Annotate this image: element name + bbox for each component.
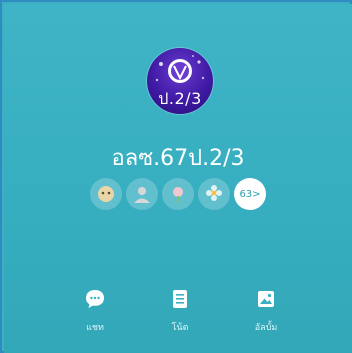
group-profile-screen: ป.2/3 อลซ.67ป.2/3 63> แชท โน้ต อัลบั้ม [4,4,352,353]
note-icon [173,290,187,308]
profile-actions: แชท โน้ต อัลบั้ม [4,288,352,338]
person-photo-icon [134,187,150,203]
window-frame: ป.2/3 อลซ.67ป.2/3 63> แชท โน้ต อัลบั้ม [0,0,352,353]
rose-icon [173,187,183,203]
member-avatar[interactable] [90,178,122,210]
album-label: อัลบั้ม [254,323,278,333]
flower-icon [206,185,222,201]
member-avatars[interactable]: 63> [90,177,266,211]
chat-label: แชท [86,323,104,333]
group-avatar[interactable]: ป.2/3 [147,48,213,114]
avatar-label: ป.2/3 [158,89,202,108]
group-name: อลซ.67ป.2/3 [111,146,245,171]
album-icon [258,291,274,307]
note-action[interactable]: โน้ต [150,288,210,334]
member-avatar[interactable] [162,178,194,210]
cartoon-avatar-icon [98,186,114,202]
note-label: โน้ต [171,323,189,333]
more-members-button[interactable]: 63> [234,178,266,210]
member-avatar[interactable] [126,178,158,210]
album-action[interactable]: อัลบั้ม [236,288,296,334]
chat-bubble-icon [86,290,104,308]
chat-action[interactable]: แชท [65,288,125,334]
member-avatar[interactable] [198,178,230,210]
